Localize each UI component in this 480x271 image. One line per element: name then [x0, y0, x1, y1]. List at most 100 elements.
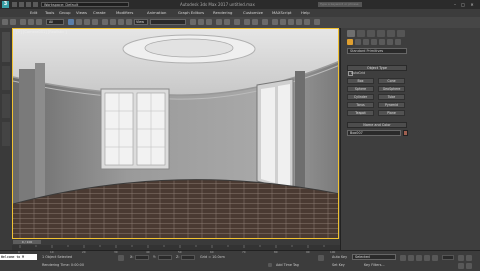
new-file-icon[interactable]	[12, 2, 17, 7]
add-time-tag-icon[interactable]	[268, 263, 272, 267]
torus-button[interactable]: Torus	[347, 102, 374, 108]
select-by-name-icon[interactable]	[76, 19, 82, 25]
display-tab[interactable]	[387, 30, 395, 37]
search-input[interactable]: Type a keyword or phrase	[318, 2, 362, 7]
viewport-label[interactable]: [+] [Camera001] [Realistic ]	[16, 30, 67, 34]
play-icon[interactable]	[416, 255, 422, 261]
material-editor-icon[interactable]	[262, 19, 268, 25]
app-logo-icon[interactable]: 3	[2, 1, 9, 8]
menu-rendering[interactable]: Rendering	[213, 10, 232, 15]
modify-tab[interactable]	[357, 30, 365, 37]
environment-icon[interactable]	[296, 19, 302, 25]
render-production-icon[interactable]	[288, 19, 294, 25]
ribbon-tab-modeling[interactable]	[2, 32, 10, 62]
maxscript-listener[interactable]: Welcome to M	[0, 254, 37, 260]
angle-snap-icon[interactable]	[198, 19, 204, 25]
move-icon[interactable]	[102, 19, 108, 25]
object-color-swatch[interactable]	[403, 130, 408, 136]
time-slider[interactable]: 0 / 100	[13, 240, 41, 244]
minimize-icon[interactable]: –	[452, 2, 458, 7]
next-frame-icon[interactable]	[424, 255, 430, 261]
menu-graph-editors[interactable]: Graph Editors	[178, 10, 204, 15]
rotate-icon[interactable]	[110, 19, 116, 25]
render-icon[interactable]	[304, 19, 310, 25]
hierarchy-tab[interactable]	[367, 30, 375, 37]
camera-viewport[interactable]: [+] [Camera001] [Realistic ]	[12, 28, 339, 239]
workspace-dropdown[interactable]: Workspace: Default	[41, 2, 129, 7]
rectangle-selection-icon[interactable]	[84, 19, 90, 25]
menu-views[interactable]: Views	[76, 10, 87, 15]
menu-create[interactable]: Create	[93, 10, 106, 15]
geometry-icon[interactable]	[347, 39, 353, 45]
close-icon[interactable]: ✕	[469, 2, 475, 7]
menu-modifiers[interactable]: Modifiers	[116, 10, 133, 15]
motion-tab[interactable]	[377, 30, 385, 37]
menu-maxscript[interactable]: MAXScript	[272, 10, 292, 15]
window-crossing-icon[interactable]	[92, 19, 98, 25]
selection-filter-dropdown[interactable]: All	[46, 19, 64, 25]
zoom-icon[interactable]	[458, 255, 464, 261]
align-icon[interactable]	[224, 19, 230, 25]
menu-group[interactable]: Group	[59, 10, 71, 15]
save-file-icon[interactable]	[26, 2, 31, 7]
set-key-mode-icon[interactable]	[318, 255, 324, 261]
bind-spacewarp-icon[interactable]	[36, 19, 42, 25]
link-icon[interactable]	[20, 19, 26, 25]
shapes-icon[interactable]	[355, 39, 361, 45]
pyramid-button[interactable]: Pyramid	[378, 102, 405, 108]
auto-key-button[interactable]: Auto Key	[332, 255, 347, 259]
utilities-tab[interactable]	[397, 30, 405, 37]
redo-icon[interactable]	[10, 19, 16, 25]
lights-icon[interactable]	[363, 39, 369, 45]
key-selection-dropdown[interactable]: Selected	[352, 254, 396, 260]
systems-icon[interactable]	[395, 39, 401, 45]
rendered-frame-icon[interactable]	[280, 19, 286, 25]
mirror-icon[interactable]	[216, 19, 222, 25]
box-button[interactable]: Box	[347, 78, 374, 84]
menu-help[interactable]: Help	[301, 10, 310, 15]
undo-icon[interactable]	[2, 19, 8, 25]
ribbon-tab-selection[interactable]	[2, 94, 10, 118]
y-coord-field[interactable]	[158, 255, 172, 260]
lock-selection-icon[interactable]	[118, 255, 124, 261]
tube-button[interactable]: Tube	[378, 94, 405, 100]
spacewarps-icon[interactable]	[387, 39, 393, 45]
menu-edit[interactable]: Edit	[30, 10, 37, 15]
add-time-tag[interactable]: Add Time Tag	[276, 263, 299, 267]
schematic-view-icon[interactable]	[252, 19, 258, 25]
undo-icon[interactable]	[33, 2, 38, 7]
pan-icon[interactable]	[458, 263, 464, 269]
select-object-icon[interactable]	[68, 19, 74, 25]
scale-icon[interactable]	[118, 19, 124, 25]
go-to-end-icon[interactable]	[432, 255, 438, 261]
maximize-viewport-icon[interactable]	[466, 263, 472, 269]
teapot-render-icon[interactable]	[314, 19, 320, 25]
ribbon-tab-object-paint[interactable]	[2, 122, 10, 146]
object-name-field[interactable]: Box007	[347, 130, 401, 136]
teapot-button[interactable]: Teapot	[347, 110, 374, 116]
percent-snap-icon[interactable]	[206, 19, 212, 25]
create-tab[interactable]	[347, 30, 355, 37]
cameras-icon[interactable]	[371, 39, 377, 45]
curve-editor-icon[interactable]	[244, 19, 250, 25]
go-to-start-icon[interactable]	[400, 255, 406, 261]
placement-icon[interactable]	[126, 19, 132, 25]
orbit-icon[interactable]	[466, 255, 472, 261]
menu-animation[interactable]: Animation	[147, 10, 166, 15]
name-color-rollout[interactable]: Name and Color	[347, 122, 407, 128]
z-coord-field[interactable]	[181, 255, 195, 260]
key-filters-button[interactable]: Key Filters...	[364, 263, 385, 267]
named-selection-set[interactable]	[150, 19, 186, 25]
open-file-icon[interactable]	[19, 2, 24, 7]
x-coord-field[interactable]	[135, 255, 149, 260]
reference-coord-dropdown[interactable]: View	[134, 19, 148, 25]
plane-button[interactable]: Plane	[378, 110, 405, 116]
current-frame-field[interactable]	[442, 255, 454, 260]
ribbon-tab-freeform[interactable]	[2, 66, 10, 90]
previous-frame-icon[interactable]	[408, 255, 414, 261]
primitive-category-dropdown[interactable]: Standard Primitives	[347, 48, 407, 54]
menu-tools[interactable]: Tools	[45, 10, 54, 15]
maximize-icon[interactable]: □	[460, 2, 466, 7]
sphere-button[interactable]: Sphere	[347, 86, 374, 92]
set-key-button[interactable]: Set Key	[332, 263, 345, 267]
